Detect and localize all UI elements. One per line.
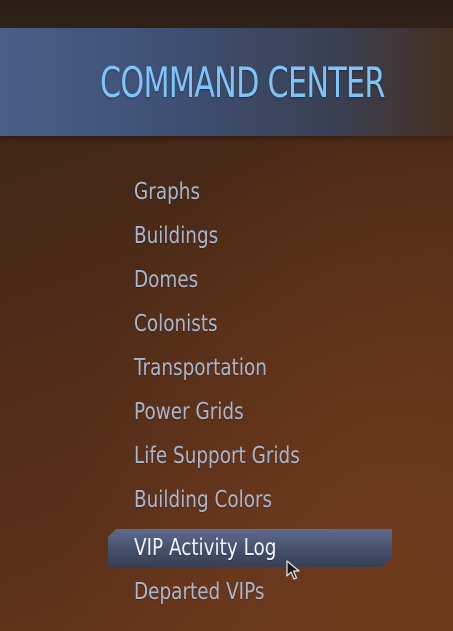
- page-title: COMMAND CENTER: [100, 58, 385, 107]
- menu-item-label: Buildings: [134, 223, 219, 249]
- menu-item-power-grids[interactable]: Power Grids: [108, 393, 392, 431]
- menu-item-building-colors[interactable]: Building Colors: [108, 481, 392, 519]
- menu-item-label: Transportation: [134, 355, 267, 381]
- menu-item-transportation[interactable]: Transportation: [108, 349, 392, 387]
- menu-item-label: Graphs: [134, 179, 201, 205]
- menu-item-label: Building Colors: [134, 487, 273, 513]
- menu-item-colonists[interactable]: Colonists: [108, 305, 392, 343]
- menu-item-label: Departed VIPs: [134, 579, 265, 605]
- mouse-pointer-icon: [286, 560, 300, 580]
- top-strip: [0, 0, 453, 28]
- menu-item-domes[interactable]: Domes: [108, 261, 392, 299]
- menu-item-graphs[interactable]: Graphs: [108, 173, 392, 211]
- menu-item-label: Domes: [134, 267, 199, 293]
- menu-item-label: Life Support Grids: [134, 443, 300, 469]
- menu-item-label: VIP Activity Log: [134, 535, 277, 561]
- menu-item-label: Colonists: [134, 311, 218, 337]
- menu-item-vip-activity-log[interactable]: VIP Activity Log: [108, 529, 392, 567]
- menu-item-departed-vips[interactable]: Departed VIPs: [108, 573, 392, 611]
- menu-item-buildings[interactable]: Buildings: [108, 217, 392, 255]
- menu-item-life-support-grids[interactable]: Life Support Grids: [108, 437, 392, 475]
- menu-item-label: Power Grids: [134, 399, 244, 425]
